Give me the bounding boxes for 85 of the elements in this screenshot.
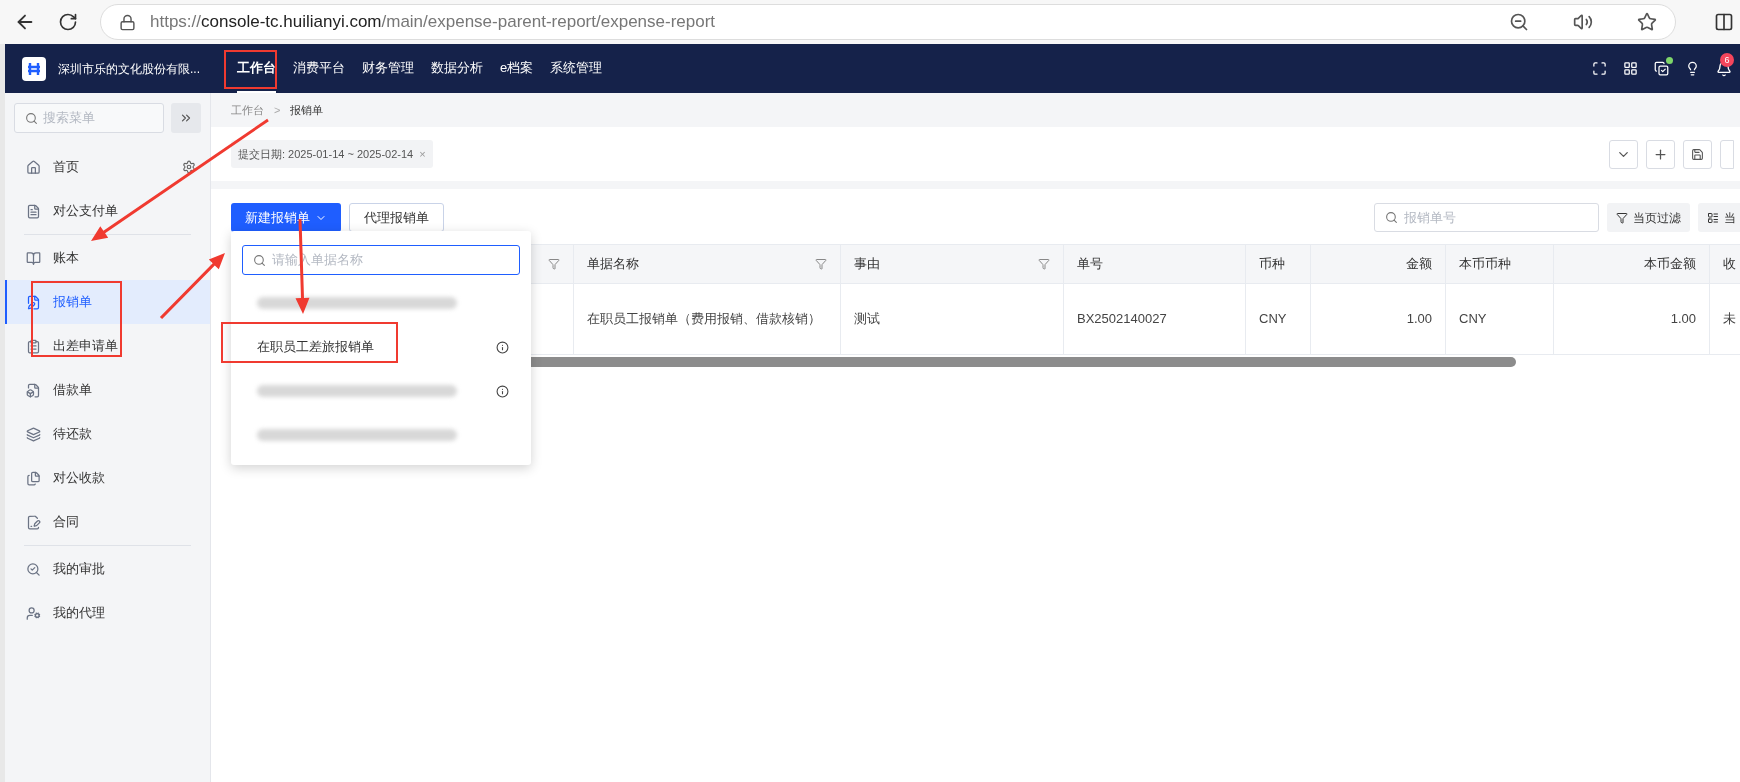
sidebar-item[interactable]: 对公支付单 [5,189,210,233]
nav-tab[interactable]: e档案 [500,44,534,93]
annotation-arrow [159,253,225,320]
table-cell: CNY [1445,283,1554,355]
info-icon[interactable] [496,384,509,398]
search-placeholder: 报销单号 [1404,208,1456,227]
notification-badge: 6 [1720,52,1734,67]
lightbulb-icon[interactable] [1685,61,1700,76]
search-document-icon [26,561,41,577]
company-name: 深圳市乐的文化股份有限... [58,60,201,78]
info-icon[interactable] [496,340,509,354]
nav-tab[interactable]: 消费平台 [293,44,345,93]
sidebar-item[interactable]: 报销单 [5,280,210,324]
sidebar-item[interactable]: 我的审批 [5,547,210,591]
column-header[interactable]: 单号 [1063,244,1246,284]
favorite-icon[interactable] [1637,12,1657,32]
address-bar[interactable]: https://console-tc.huilianyi.com/main/expense-parent-report/expense-report [100,4,1676,40]
table-cell: CNY [1245,283,1311,355]
column-header[interactable]: 本币金额 [1553,244,1710,284]
table-cell: BX2502140027 [1063,283,1246,355]
save-button[interactable] [1683,139,1712,169]
filter-icon[interactable] [548,258,560,270]
refresh-icon[interactable] [58,12,78,32]
sidebar-item[interactable]: 合同 [5,500,210,544]
table-cell: 1.00 [1310,283,1446,355]
filter-tag[interactable]: 提交日期: 2025-01-14 ~ 2025-02-14 × [231,140,433,168]
book-icon [26,250,41,266]
column-header[interactable]: 收 [1709,244,1740,284]
sidebar-item[interactable]: 对公收款 [5,456,210,500]
table-cell: 在职员工报销单（费用报销、借款核销） [573,283,841,355]
page-filter-button[interactable]: 当页过滤 [1607,203,1690,232]
save-icon [1691,147,1704,161]
edit-document-icon [26,294,41,310]
filter-icon [1616,211,1628,224]
collapse-button[interactable] [171,103,201,133]
fullscreen-icon[interactable] [1592,61,1607,76]
column-settings-button[interactable]: 当 [1698,203,1740,232]
search-placeholder: 搜索菜单 [43,109,95,128]
nav-tab[interactable]: 数据分析 [431,44,483,93]
column-header[interactable]: 币种 [1245,244,1311,284]
filter-icon[interactable] [1038,258,1050,270]
breadcrumb-item[interactable]: 工作台 [231,101,264,119]
double-chevron-icon [179,111,193,125]
sidebar-item[interactable]: 借款单 [5,368,210,412]
sidebar-item[interactable]: 待还款 [5,412,210,456]
document-icon [26,203,41,219]
zoom-out-icon[interactable] [1509,12,1529,32]
table-cell: 测试 [840,283,1064,355]
search-icon [25,111,38,125]
column-header[interactable]: 本币币种 [1445,244,1554,284]
sidebar-item[interactable]: 首页 [5,145,210,189]
logo-icon[interactable] [22,56,46,81]
search-icon [1385,211,1398,224]
documents-icon [26,470,41,486]
column-header[interactable]: 金额 [1310,244,1446,284]
task-icon[interactable] [1654,61,1669,76]
lock-icon [119,13,136,31]
nav-tab[interactable]: 系统管理 [550,44,603,93]
breadcrumb-item: 报销单 [290,102,324,118]
sidebar-item[interactable]: 我的代理 [5,591,210,635]
table-cell: 1.00 [1553,283,1710,355]
annotation-box [224,50,277,89]
column-header[interactable]: 单据名称 [573,244,841,284]
sidebar-item[interactable]: 出差申请单 [5,324,210,368]
speaker-icon[interactable] [1573,12,1593,32]
address-text: https://console-tc.huilianyi.com/main/expense-parent-report/expense-report [150,11,716,34]
clipboard-icon [26,338,41,354]
home-icon [26,159,41,175]
user-icon [26,605,41,621]
settings-icon[interactable] [182,160,196,174]
list-icon [1707,211,1719,224]
stack-icon [26,426,41,442]
plus-icon [1653,146,1668,162]
document-icon [26,382,41,398]
grid-icon[interactable] [1623,61,1638,76]
column-header[interactable]: 事由 [840,244,1064,284]
breadcrumb-separator: > [274,102,281,118]
sidebar-item[interactable]: 账本 [5,236,210,280]
new-report-button[interactable]: 新建报销单 [231,203,341,232]
split-view-icon[interactable] [1714,12,1734,32]
filter-icon[interactable] [815,258,827,270]
search-icon [253,253,266,267]
document-icon [26,514,41,530]
nav-tab[interactable]: 财务管理 [362,44,414,93]
menu-item[interactable]: 在职员工差旅报销单 [231,325,531,369]
